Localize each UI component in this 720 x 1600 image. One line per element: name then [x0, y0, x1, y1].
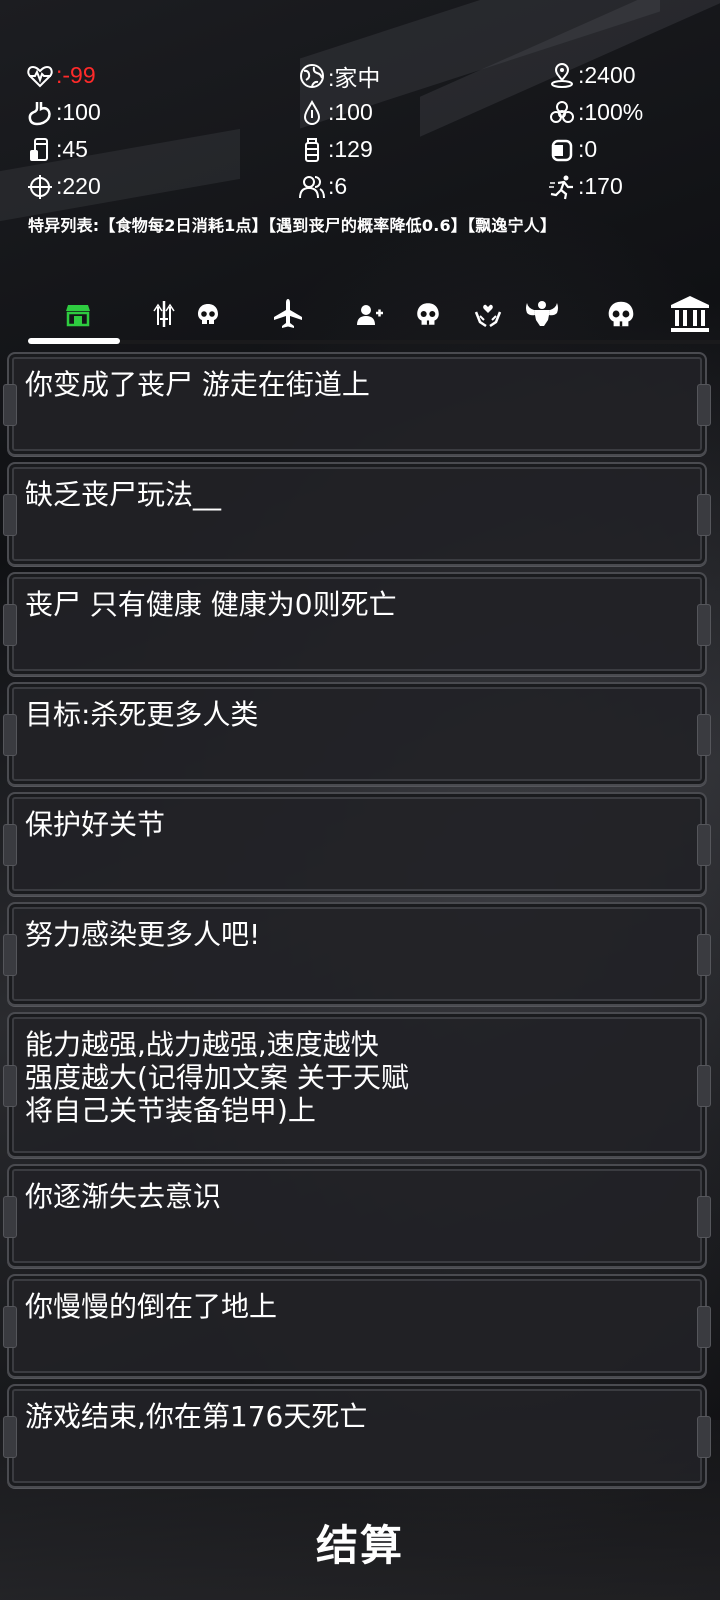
log-entry-text: 你慢慢的倒在了地上 — [25, 1290, 278, 1323]
cans-stat: :0 — [548, 132, 708, 167]
speed-stat: :170 — [548, 169, 708, 204]
tab-weapons[interactable] — [148, 294, 180, 334]
log-entry-text: 游戏结束,你在第176天死亡 — [25, 1400, 368, 1433]
active-tab-indicator — [28, 338, 120, 344]
health-stat: :-99 — [26, 58, 298, 93]
stomach-icon — [28, 101, 51, 125]
add-person-icon — [357, 305, 383, 325]
food-value: :100 — [56, 99, 101, 125]
attack-value: :220 — [56, 173, 101, 199]
people-icon — [299, 175, 325, 198]
tab-skull-3[interactable] — [604, 294, 638, 334]
attack-stat: :220 — [26, 169, 298, 204]
biohazard-icon — [550, 100, 574, 123]
skull-icon — [608, 301, 634, 327]
people-stat: :6 — [298, 169, 548, 204]
heart-pulse-icon — [27, 65, 53, 87]
log-entry: 目标:杀死更多人类 — [3, 682, 711, 786]
tab-heal[interactable] — [472, 294, 504, 334]
location-stat: :家中 — [298, 58, 548, 93]
muscle-icon — [526, 301, 558, 326]
log-entry-text: 能力越强,战力越强,速度越快 强度越大(记得加文案 关于天赋 将自己关节装备铠甲… — [25, 1028, 409, 1127]
tab-training[interactable] — [522, 294, 562, 334]
log-entry: 能力越强,战力越强,速度越快 强度越大(记得加文案 关于天赋 将自己关节装备铠甲… — [3, 1012, 711, 1158]
settle-button[interactable]: 结算 — [260, 1512, 460, 1572]
water-drop-icon — [303, 99, 321, 125]
infection-value: :100% — [578, 99, 644, 125]
health-value: :-99 — [56, 62, 96, 88]
tab-recruit[interactable] — [354, 294, 386, 334]
log-entry-text: 目标:杀死更多人类 — [25, 698, 259, 731]
cans-value: :0 — [578, 136, 598, 162]
log-entry-text: 丧尸 只有健康 健康为0则死亡 — [25, 588, 397, 621]
log-entry-text: 你逐渐失去意识 — [25, 1180, 222, 1213]
hands-heart-icon — [474, 304, 502, 328]
log-entry-text: 你变成了丧尸 游走在街道上 — [25, 368, 370, 401]
tab-shop[interactable] — [62, 294, 94, 334]
log-entry: 你逐渐失去意识 — [3, 1164, 711, 1268]
food-stat: :100 — [26, 95, 298, 130]
log-entry-text: 缺乏丧尸玩法__ — [25, 478, 222, 511]
speed-value: :170 — [578, 173, 623, 199]
event-log: 你变成了丧尸 游走在街道上 缺乏丧尸玩法__ 丧尸 只有健康 健康为0则死亡 目… — [3, 352, 714, 1494]
cup-icon — [30, 137, 48, 161]
tab-bar-track — [120, 340, 720, 344]
water-stat: :100 — [298, 95, 548, 130]
log-entry: 保护好关节 — [3, 792, 711, 896]
skull-icon — [417, 303, 439, 325]
stats-panel: :-99 :家中 :2400 :100 :100:100%:45:129 … — [26, 58, 706, 204]
log-entry-text: 努力感染更多人吧! — [25, 918, 261, 951]
location-value: :家中 — [328, 64, 381, 91]
log-entry: 丧尸 只有健康 健康为0则死亡 — [3, 572, 711, 676]
medicine-bottle-icon — [305, 137, 319, 162]
drink-stat: :45 — [26, 132, 298, 167]
distance-stat: :2400 — [548, 58, 708, 93]
skull-icon — [198, 304, 218, 324]
traits-list: 特异列表:【食物每2日消耗1点】【遇到丧尸的概率降低0.6】【飘逸宁人】 — [28, 216, 557, 235]
medicine-value: :129 — [328, 136, 373, 162]
running-icon — [549, 175, 573, 199]
log-entry: 缺乏丧尸玩法__ — [3, 462, 711, 566]
tab-bar — [0, 290, 720, 350]
globe-icon — [300, 63, 324, 88]
crosshair-icon — [28, 174, 52, 199]
drink-value: :45 — [56, 136, 88, 162]
medicine-stat: :129 — [298, 132, 548, 167]
log-entry: 你变成了丧尸 游走在街道上 — [3, 352, 711, 456]
log-entry-text: 保护好关节 — [25, 808, 166, 841]
log-entry: 游戏结束,你在第176天死亡 — [3, 1384, 711, 1488]
water-value: :100 — [328, 99, 373, 125]
tab-skull-1[interactable] — [192, 294, 224, 334]
tab-travel[interactable] — [268, 294, 308, 334]
bank-icon — [671, 296, 709, 332]
log-entry: 你慢慢的倒在了地上 — [3, 1274, 711, 1378]
tab-skull-2[interactable] — [412, 294, 444, 334]
canned-food-icon — [551, 139, 573, 161]
people-value: :6 — [328, 173, 348, 199]
tab-bank[interactable] — [668, 294, 712, 334]
infection-stat: :100% — [548, 95, 708, 130]
distance-value: :2400 — [578, 62, 636, 88]
weapons-icon — [153, 301, 175, 327]
airplane-icon — [274, 299, 302, 328]
log-entry: 努力感染更多人吧! — [3, 902, 711, 1006]
map-pin-icon — [551, 62, 573, 88]
shop-icon — [66, 305, 90, 327]
